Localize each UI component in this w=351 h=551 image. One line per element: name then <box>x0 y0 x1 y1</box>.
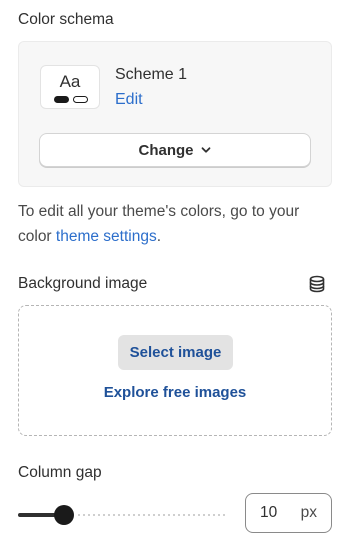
explore-free-images-link[interactable]: Explore free images <box>19 384 331 401</box>
primary-button-preview <box>54 96 69 103</box>
column-gap-slider[interactable] <box>18 504 226 526</box>
secondary-button-preview <box>73 96 88 103</box>
change-button-label: Change <box>138 141 194 159</box>
theme-settings-link[interactable]: theme settings <box>56 228 157 245</box>
column-gap-label: Column gap <box>18 464 102 481</box>
color-scheme-card: Aa Scheme 1 Edit Change <box>18 41 332 187</box>
select-image-button[interactable]: Select image <box>118 335 233 370</box>
background-image-label: Background image <box>18 275 148 292</box>
scheme-name: Scheme 1 <box>115 66 188 83</box>
database-icon[interactable] <box>308 275 326 293</box>
column-gap-input[interactable] <box>260 503 296 523</box>
chevron-down-icon <box>201 147 210 153</box>
background-image-dropzone[interactable]: Select image Explore free images <box>18 305 332 436</box>
color-scheme-label: Color schema <box>18 11 114 28</box>
theme-settings-panel: Color schema Aa Scheme 1 Edit Change To … <box>0 0 351 551</box>
color-help-text: To edit all your theme's colors, go to y… <box>18 199 328 249</box>
scheme-preview-text: Aa <box>59 72 81 91</box>
edit-scheme-link[interactable]: Edit <box>115 91 143 109</box>
scheme-preview-swatch[interactable]: Aa <box>40 65 100 109</box>
column-gap-unit: px <box>300 504 317 521</box>
change-scheme-button[interactable]: Change <box>39 133 311 167</box>
help-text-suffix: . <box>156 228 162 245</box>
column-gap-field[interactable]: px <box>245 493 332 533</box>
slider-track-remaining <box>78 514 226 516</box>
slider-thumb[interactable] <box>54 505 74 525</box>
